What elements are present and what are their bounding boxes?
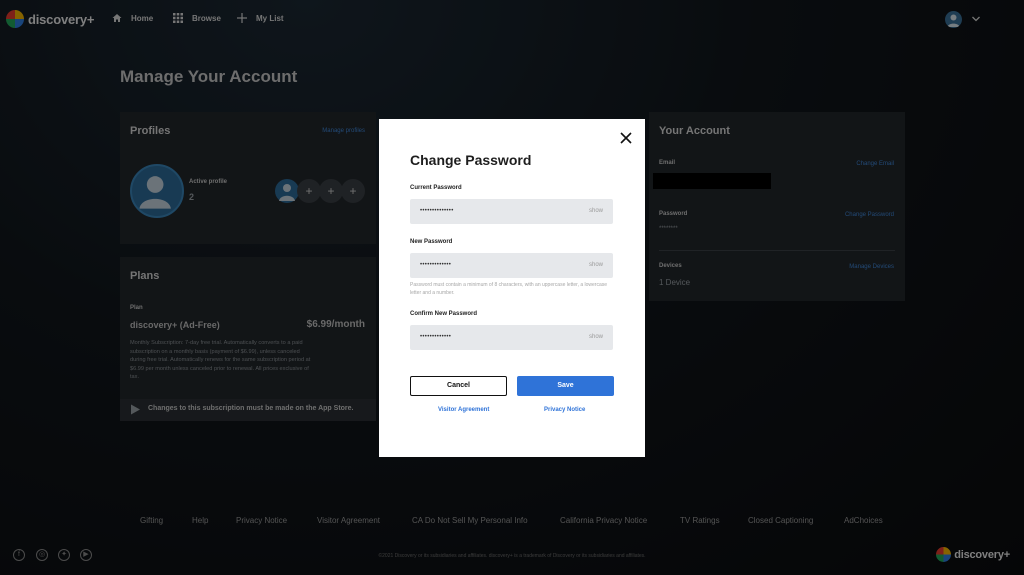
modal-title: Change Password xyxy=(410,152,532,168)
new-password-field[interactable]: ••••••••••••• show xyxy=(410,253,613,278)
privacy-notice-link[interactable]: Privacy Notice xyxy=(544,407,585,413)
close-icon[interactable] xyxy=(619,131,633,145)
change-password-modal: Change Password Current Password •••••••… xyxy=(379,119,645,457)
show-new-password-button[interactable]: show xyxy=(589,262,603,268)
page-background: discovery+ Home Browse My List Manage Yo… xyxy=(0,0,1024,575)
current-password-field[interactable]: •••••••••••••• show xyxy=(410,199,613,224)
save-button[interactable]: Save xyxy=(517,376,614,396)
confirm-password-label: Confirm New Password xyxy=(410,311,478,317)
show-current-password-button[interactable]: show xyxy=(589,208,603,214)
confirm-password-field[interactable]: ••••••••••••• show xyxy=(410,325,613,350)
current-password-label: Current Password xyxy=(410,185,462,191)
show-confirm-password-button[interactable]: show xyxy=(589,334,603,340)
password-requirements-hint: Password must contain a minimum of 8 cha… xyxy=(410,282,608,296)
new-password-value: ••••••••••••• xyxy=(420,262,452,268)
cancel-button[interactable]: Cancel xyxy=(410,376,507,396)
confirm-password-value: ••••••••••••• xyxy=(420,334,452,340)
new-password-label: New Password xyxy=(410,239,453,245)
visitor-agreement-link[interactable]: Visitor Agreement xyxy=(438,407,489,413)
current-password-value: •••••••••••••• xyxy=(420,208,454,214)
